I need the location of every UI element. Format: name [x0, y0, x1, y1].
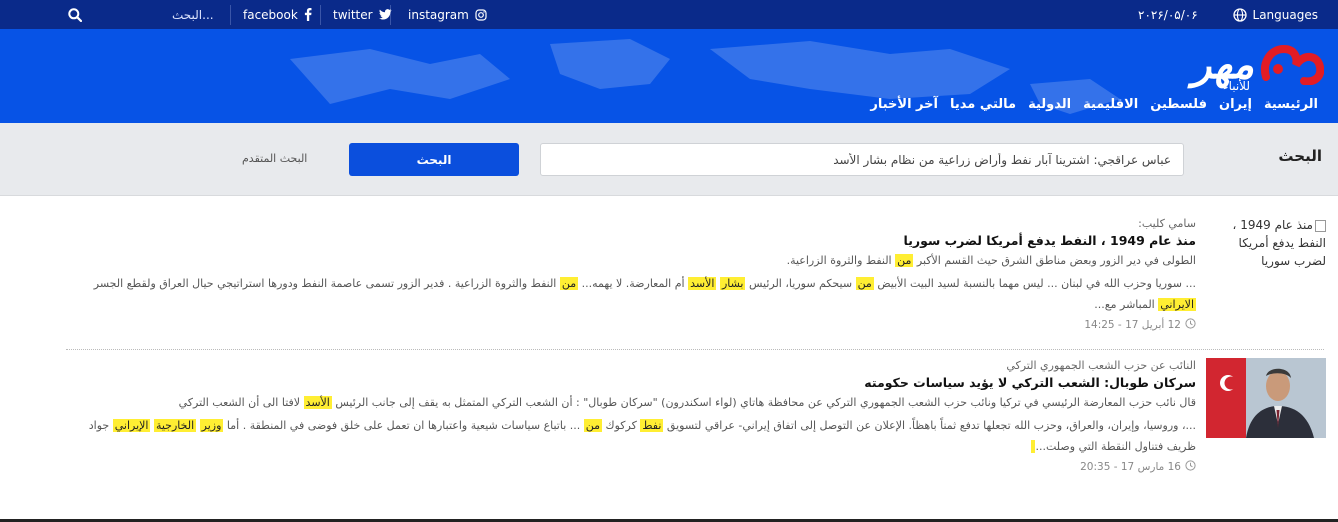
facebook-label: facebook	[243, 7, 298, 22]
nav-regional[interactable]: الاقليمية	[1083, 97, 1138, 112]
search-panel: البحث البحث البحث المتقدم	[0, 123, 1338, 196]
result-divider	[66, 349, 1324, 350]
top-search-input[interactable]: البحث...	[172, 0, 214, 29]
result-snippet: ...، وروسيا، وإيران، والعراق، وحزب الله …	[88, 419, 1196, 453]
instagram-icon	[475, 8, 487, 21]
politician-photo	[1206, 358, 1326, 438]
site-header: مهر للأنباء الرئيسية إيران فلسطين الاقلي…	[0, 29, 1338, 123]
globe-icon	[1232, 7, 1247, 22]
broken-image-icon	[1315, 219, 1326, 232]
social-facebook[interactable]: facebook	[243, 0, 312, 29]
nav-latest[interactable]: آخر الأخبار	[870, 97, 938, 112]
result-lead: سامي كليب:	[1138, 217, 1196, 230]
result-snippet: ... سوريا وحزب الله في لبنان ... ليس مهم…	[93, 277, 1196, 311]
result-title[interactable]: منذ عام 1949 ، النفط يدفع أمريكا لضرب سو…	[62, 231, 1196, 250]
top-bar: Languages ۲۰۲۶/۰۵/۰۶ instagram twitter f…	[0, 0, 1338, 29]
twitter-label: twitter	[333, 7, 373, 22]
languages-menu[interactable]: Languages	[1232, 0, 1318, 29]
social-twitter[interactable]: twitter	[333, 0, 392, 29]
site-logo[interactable]: مهر	[1192, 41, 1324, 85]
social-instagram[interactable]: instagram	[408, 0, 487, 29]
mehr-logo-icon	[1261, 44, 1324, 85]
clock-icon	[1185, 460, 1196, 474]
search-result: منذ عام 1949 ، النفط يدفع أمريكا لضرب سو…	[62, 216, 1326, 341]
result-thumbnail[interactable]: منذ عام 1949 ، النفط يدفع أمريكا لضرب سو…	[1206, 216, 1326, 296]
result-summary: الطولى في دير الزور وبعض مناطق الشرق حيث…	[786, 254, 1196, 267]
search-result: النائب عن حزب الشعب الجمهوري التركي سركا…	[62, 358, 1326, 483]
nav-international[interactable]: الدولية	[1028, 97, 1071, 112]
result-summary: قال نائب حزب المعارضة الرئيسي في تركيا و…	[178, 396, 1196, 409]
search-icon	[68, 7, 82, 22]
nav-multimedia[interactable]: مالتي مديا	[950, 97, 1016, 112]
facebook-icon	[304, 8, 312, 21]
search-input[interactable]	[540, 143, 1184, 176]
logo-subtitle: للأنباء	[1222, 79, 1250, 93]
thumbnail-alt-text: منذ عام 1949 ، النفط يدفع أمريكا لضرب سو…	[1232, 218, 1326, 268]
result-title[interactable]: سركان طوبال: الشعب التركي لا يؤيد سياسات…	[62, 373, 1196, 392]
instagram-label: instagram	[408, 7, 469, 22]
result-thumbnail[interactable]	[1206, 358, 1326, 438]
search-button[interactable]: البحث	[349, 143, 519, 176]
main-nav: الرئيسية إيران فلسطين الاقليمية الدولية …	[870, 97, 1318, 112]
clock-icon	[1185, 318, 1196, 332]
result-date: 12 أبريل 17 - 14:25	[62, 318, 1196, 332]
nav-home[interactable]: الرئيسية	[1264, 97, 1318, 112]
search-title: البحث	[1278, 147, 1322, 165]
languages-label: Languages	[1252, 7, 1318, 22]
result-date: 16 مارس 17 - 20:35	[62, 460, 1196, 474]
advanced-search-link[interactable]: البحث المتقدم	[242, 152, 307, 165]
current-date: ۲۰۲۶/۰۵/۰۶	[1138, 7, 1198, 22]
twitter-icon	[378, 9, 392, 20]
result-lead: النائب عن حزب الشعب الجمهوري التركي	[1006, 359, 1196, 372]
top-search-placeholder: البحث...	[172, 7, 214, 22]
top-search-button[interactable]	[68, 0, 82, 29]
nav-palestine[interactable]: فلسطين	[1150, 97, 1207, 112]
nav-iran[interactable]: إيران	[1219, 97, 1252, 112]
